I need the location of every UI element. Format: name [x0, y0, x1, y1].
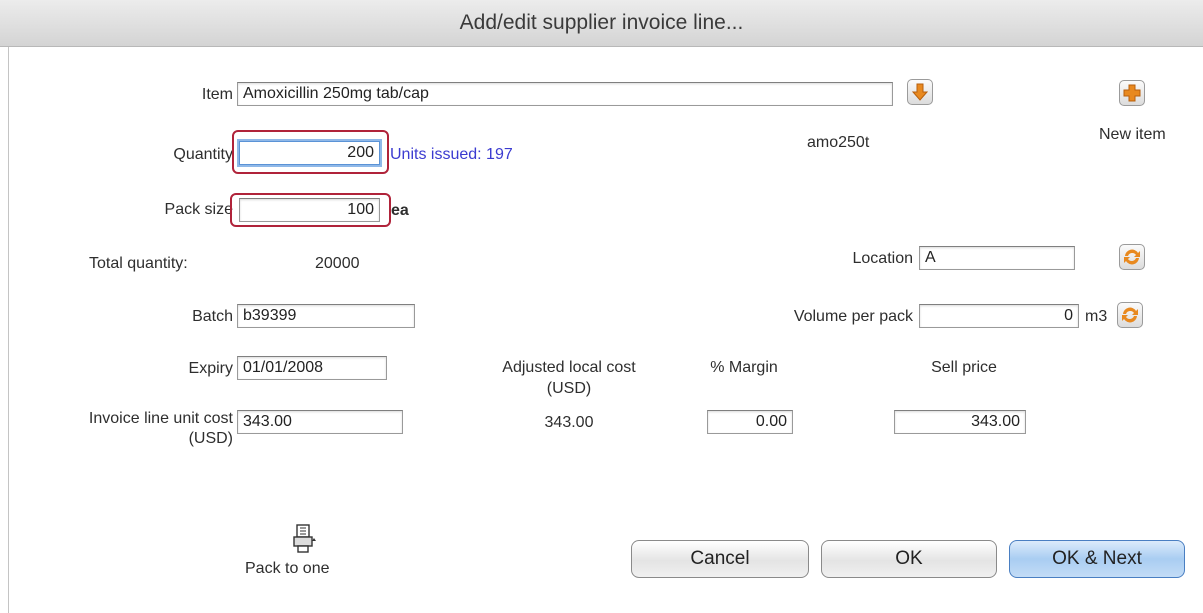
new-item-button[interactable] [1119, 80, 1145, 106]
pack-size-unit: ea [391, 202, 409, 219]
expiry-label: Expiry [188, 360, 233, 377]
quantity-label: Quantity [173, 146, 233, 163]
batch-label: Batch [192, 308, 233, 325]
unit-cost-label-unit: (USD) [188, 430, 233, 447]
plus-icon [1123, 84, 1141, 102]
expiry-input[interactable] [237, 356, 387, 380]
ok-next-button[interactable]: OK & Next [1009, 540, 1185, 578]
pack-to-one-icon [293, 524, 316, 553]
item-label: Item [201, 86, 233, 103]
total-quantity-value: 20000 [315, 255, 360, 272]
refresh-icon [1122, 307, 1138, 323]
adjusted-cost-value: 343.00 [544, 414, 594, 431]
new-item-label: New item [1099, 126, 1166, 143]
pack-to-one-label: Pack to one [245, 560, 330, 577]
units-issued-text: Units issued: 197 [390, 146, 513, 163]
pack-to-one-button[interactable] [291, 523, 317, 555]
arrow-down-icon [911, 83, 929, 101]
adjusted-cost-unit: (USD) [546, 380, 592, 397]
unit-cost-input[interactable] [237, 410, 403, 434]
pack-size-label: Pack size [164, 201, 233, 218]
item-lookup-button[interactable] [907, 79, 933, 105]
unit-cost-label: Invoice line unit cost [88, 410, 233, 427]
batch-input[interactable] [237, 304, 415, 328]
adjusted-cost-header: Adjusted local cost [502, 359, 636, 376]
location-label: Location [852, 250, 914, 267]
location-refresh-button[interactable] [1119, 244, 1145, 270]
dialog-body: Item amo250t New item Quantity Units iss… [8, 47, 1203, 613]
volume-per-pack-label: Volume per pack [793, 308, 913, 325]
total-quantity-label: Total quantity: [89, 255, 188, 272]
item-input[interactable] [237, 82, 893, 106]
pack-size-input[interactable] [239, 198, 380, 222]
volume-per-pack-input[interactable] [919, 304, 1079, 328]
refresh-icon [1124, 249, 1140, 265]
volume-unit: m3 [1085, 308, 1108, 325]
ok-button[interactable]: OK [821, 540, 997, 578]
item-code: amo250t [807, 134, 870, 151]
location-input[interactable] [919, 246, 1075, 270]
quantity-input[interactable] [239, 141, 380, 165]
margin-header: % Margin [710, 359, 778, 376]
volume-refresh-button[interactable] [1117, 302, 1143, 328]
window-title: Add/edit supplier invoice line... [0, 0, 1203, 47]
sell-price-header: Sell price [931, 359, 997, 376]
sell-price-input[interactable] [894, 410, 1026, 434]
cancel-button[interactable]: Cancel [631, 540, 809, 578]
margin-input[interactable] [707, 410, 793, 434]
